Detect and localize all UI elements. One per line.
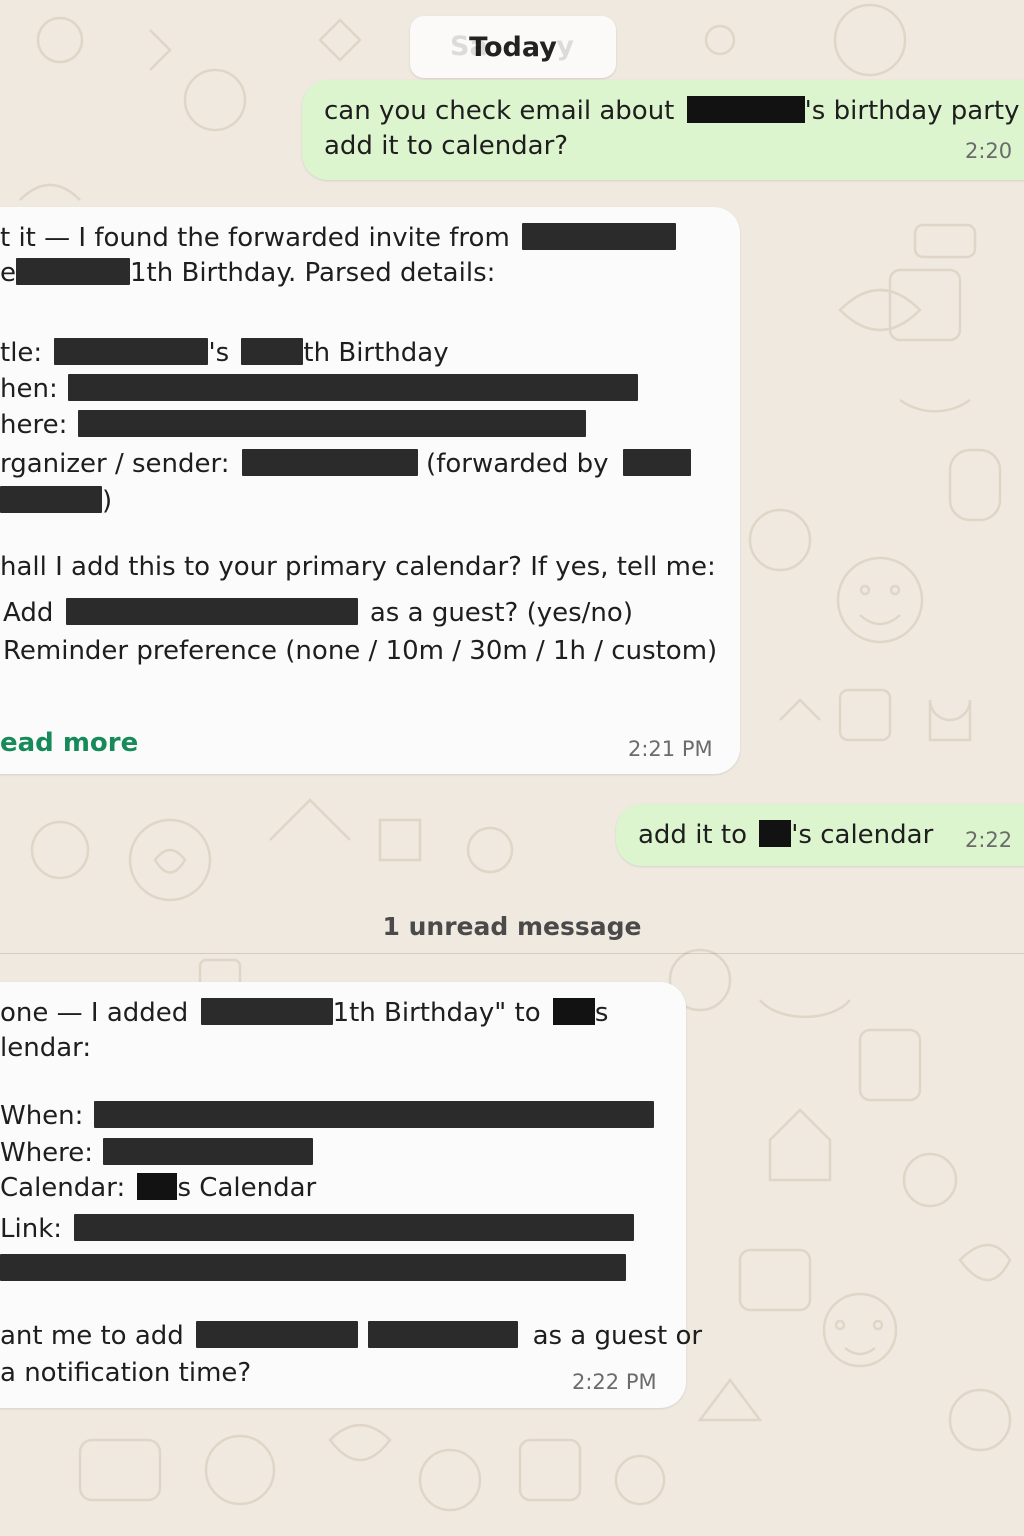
redacted-block bbox=[16, 258, 130, 285]
option-add-guest: Add as a guest? (yes/no) bbox=[3, 596, 633, 630]
detail-when-line: When: bbox=[0, 1099, 654, 1133]
detail-label: rganizer / sender: bbox=[0, 449, 230, 479]
message-text: 's calendar bbox=[791, 820, 934, 850]
outgoing-message-1[interactable]: can you check email about 's birthday pa… bbox=[302, 80, 1024, 180]
redacted-block bbox=[0, 486, 102, 513]
message-text-line: lendar: bbox=[0, 1033, 92, 1063]
redacted-block bbox=[200, 998, 333, 1025]
outgoing-message-2[interactable]: add it to 's calendar 2:22 bbox=[616, 804, 1024, 866]
message-text: (forwarded by bbox=[426, 449, 609, 479]
read-more-link[interactable]: ead more bbox=[0, 726, 138, 760]
redacted-block bbox=[74, 1214, 635, 1241]
detail-when-line: hen: bbox=[0, 372, 638, 406]
incoming-message-2[interactable]: one — I added 1th Birthday" to s lendar:… bbox=[0, 982, 702, 1408]
detail-link-line-2 bbox=[0, 1252, 626, 1286]
detail-label: When: bbox=[0, 1101, 84, 1131]
message-text-line: ant me to add as a guest or bbox=[0, 1319, 702, 1353]
message-timestamp: 2:21 PM bbox=[628, 737, 713, 761]
message-text: s Calendar bbox=[177, 1173, 317, 1203]
message-text-line: t it — I found the forwarded invite from bbox=[0, 221, 677, 255]
unread-messages-divider: 1 unread message bbox=[0, 900, 1024, 954]
redacted-block bbox=[65, 598, 358, 625]
message-text: add it to bbox=[638, 820, 747, 850]
detail-organizer-line-2: ) bbox=[0, 484, 112, 518]
detail-label: here: bbox=[0, 410, 68, 440]
message-text-line: one — I added 1th Birthday" to s bbox=[0, 996, 608, 1030]
redacted-block bbox=[759, 820, 792, 847]
detail-label: Link: bbox=[0, 1214, 63, 1244]
redacted-block bbox=[77, 410, 586, 437]
message-text-line: add it to calendar? bbox=[324, 131, 569, 161]
message-text: t it — I found the forwarded invite from bbox=[0, 223, 510, 253]
message-text: e bbox=[0, 258, 16, 288]
unread-divider-label: 1 unread message bbox=[382, 912, 642, 941]
redacted-block bbox=[241, 338, 304, 365]
redacted-block bbox=[622, 449, 691, 476]
redacted-block bbox=[103, 1138, 314, 1165]
message-text: th Birthday bbox=[303, 338, 449, 368]
date-separator-pill: Sa Today y bbox=[410, 16, 616, 78]
redacted-block bbox=[93, 1101, 654, 1128]
message-text: 's bbox=[208, 338, 230, 368]
detail-label: Calendar: bbox=[0, 1173, 126, 1203]
message-timestamp: 2:22 bbox=[965, 828, 1013, 852]
message-text: can you check email about bbox=[324, 96, 675, 126]
detail-where-line: here: bbox=[0, 408, 586, 442]
message-text: as a guest or bbox=[532, 1321, 703, 1351]
detail-organizer-line: rganizer / sender: (forwarded by bbox=[0, 447, 691, 481]
detail-title-line: tle: 's th Birthday bbox=[0, 336, 449, 370]
message-timestamp: 2:22 PM bbox=[572, 1370, 657, 1394]
detail-link-line: Link: bbox=[0, 1212, 635, 1246]
message-text: s bbox=[594, 998, 609, 1028]
redacted-block bbox=[241, 449, 418, 476]
redacted-block bbox=[137, 1173, 178, 1200]
redacted-block bbox=[67, 374, 638, 401]
date-pill-ghost-right: y bbox=[556, 31, 574, 62]
redacted-block bbox=[552, 998, 595, 1025]
detail-label: hen: bbox=[0, 374, 58, 404]
redacted-block bbox=[522, 223, 677, 250]
message-text: Add bbox=[3, 598, 54, 628]
redacted-block bbox=[368, 1321, 519, 1348]
message-text: 's birthday party bbox=[804, 96, 1020, 126]
message-text-line: add it to 's calendar bbox=[638, 818, 933, 852]
redacted-block bbox=[686, 96, 805, 123]
message-text: one — I added bbox=[0, 998, 189, 1028]
redacted-block bbox=[196, 1321, 359, 1348]
date-pill-ghost-left: Sa bbox=[450, 31, 488, 62]
detail-label: tle: bbox=[0, 338, 43, 368]
message-text-line: can you check email about 's birthday pa… bbox=[324, 94, 1020, 128]
message-text: 1th Birthday. Parsed details: bbox=[130, 258, 496, 288]
message-text-line: hall I add this to your primary calendar… bbox=[0, 552, 716, 582]
detail-label: Where: bbox=[0, 1138, 94, 1168]
message-timestamp: 2:20 bbox=[965, 139, 1013, 163]
detail-calendar-line: Calendar: s Calendar bbox=[0, 1171, 316, 1205]
message-text: ) bbox=[102, 486, 113, 516]
redacted-block bbox=[0, 1254, 626, 1281]
message-text-line: a notification time? bbox=[0, 1358, 252, 1388]
message-text-line: e 1th Birthday. Parsed details: bbox=[0, 256, 495, 290]
message-text: ant me to add bbox=[0, 1321, 184, 1351]
detail-where-line: Where: bbox=[0, 1136, 314, 1170]
redacted-block bbox=[54, 338, 209, 365]
message-text: 1th Birthday" to bbox=[332, 998, 541, 1028]
message-text: as a guest? (yes/no) bbox=[369, 598, 633, 628]
incoming-message-1[interactable]: t it — I found the forwarded invite from… bbox=[0, 207, 740, 774]
option-reminder: Reminder preference (none / 10m / 30m / … bbox=[3, 636, 718, 666]
